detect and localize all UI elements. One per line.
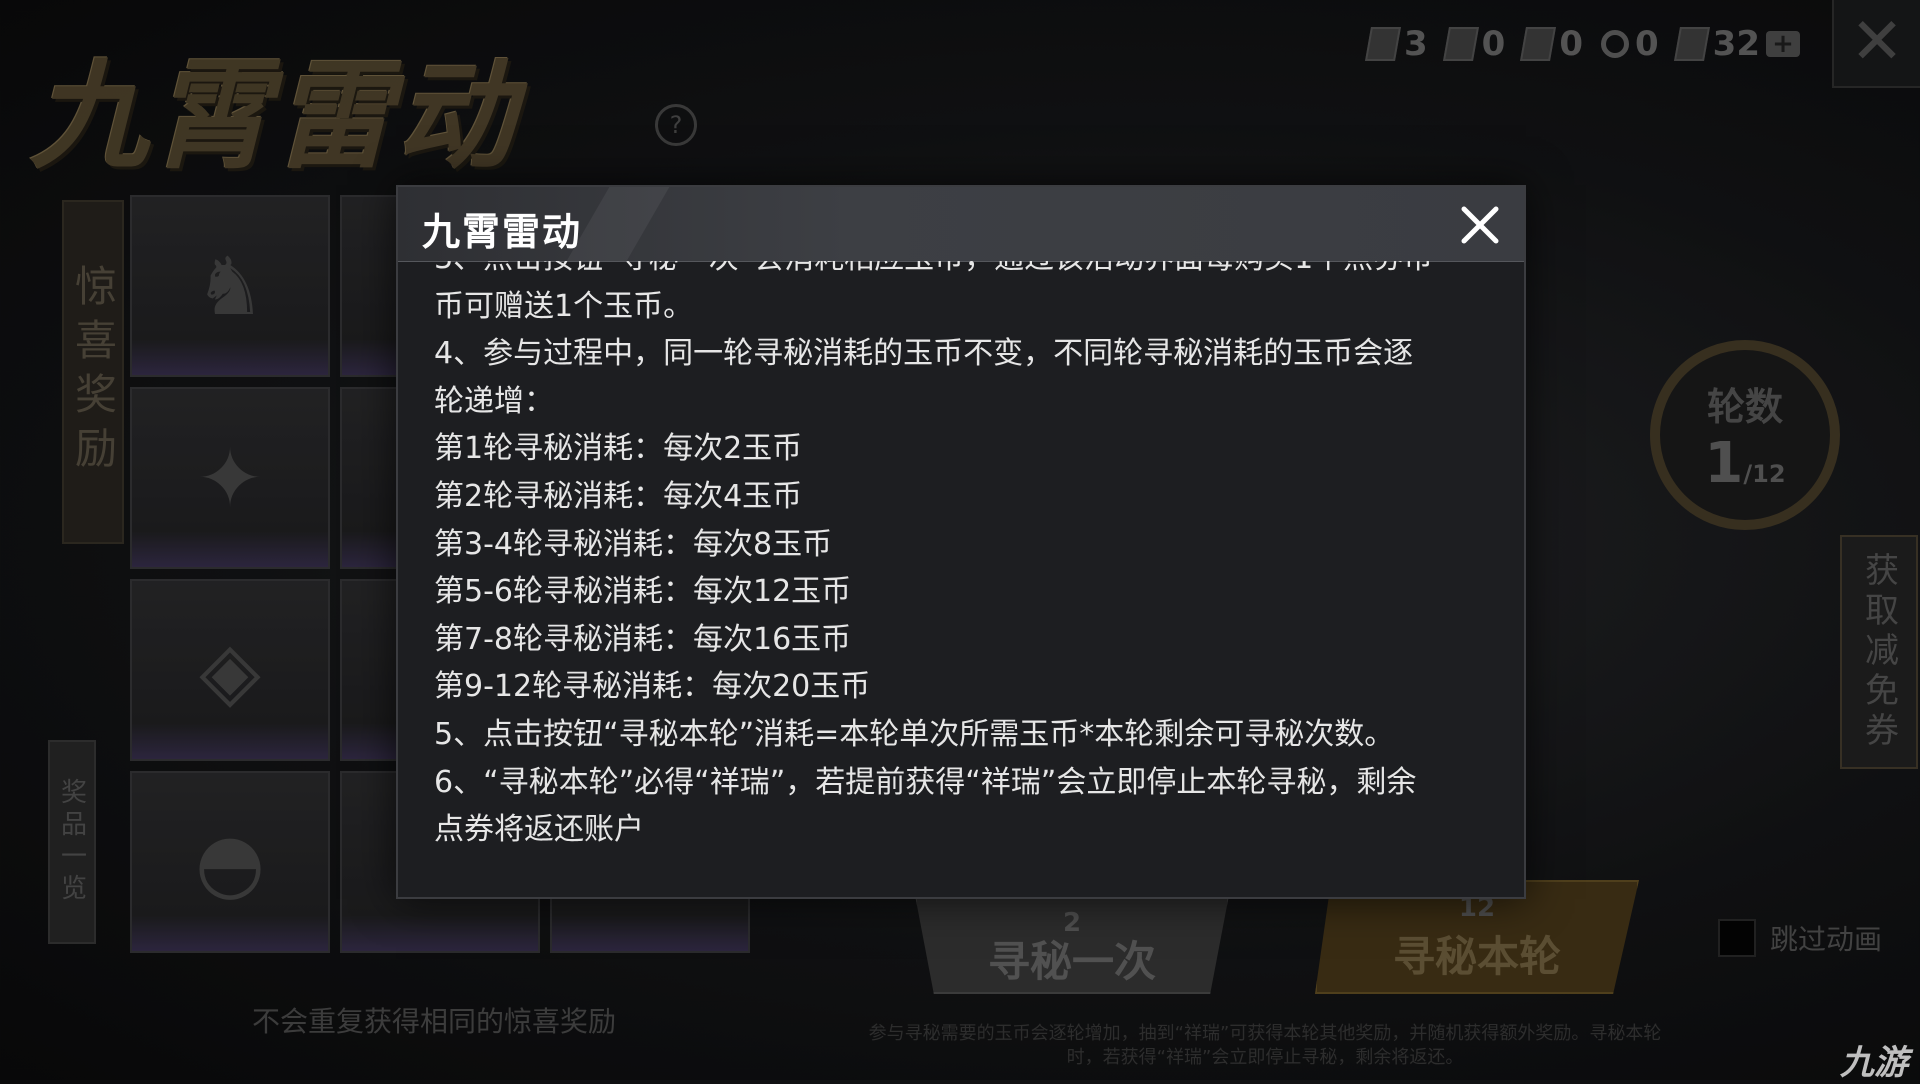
rule-line: 5、点击按钮“寻秘本轮”消耗=本轮单次所需玉币*本轮剩余可寻秘次数。 (434, 716, 1395, 752)
header-stripe (566, 187, 670, 261)
rule-line: 3、点击按钮“寻秘一次”会消耗相应玉币，通过该活动界面每购买1个点券币 (434, 261, 1494, 283)
rules-text: 3、点击按钮“寻秘一次”会消耗相应玉币，通过该活动界面每购买1个点券币币可赠送1… (434, 261, 1494, 854)
rule-line: 币可赠送1个玉币。 (434, 288, 694, 324)
rule-line: 点券将返还账户 (434, 812, 644, 848)
rule-line: 第1轮寻秘消耗：每次2玉币 (434, 431, 803, 467)
rules-scroll-area[interactable]: 3、点击按钮“寻秘一次”会消耗相应玉币，通过该活动界面每购买1个点券币币可赠送1… (434, 261, 1494, 861)
close-icon[interactable] (1458, 203, 1502, 247)
rule-line: 第2轮寻秘消耗：每次4玉币 (434, 478, 803, 514)
rule-line: 第9-12轮寻秘消耗：每次20玉币 (434, 669, 871, 705)
rule-line: 4、参与过程中，同一轮寻秘消耗的玉币不变，不同轮寻秘消耗的玉币会逐 (434, 336, 1414, 372)
rules-modal: 九霄雷动 3、点击按钮“寻秘一次”会消耗相应玉币，通过该活动界面每购买1个点券币… (396, 185, 1526, 899)
rule-line: 第5-6轮寻秘消耗：每次12玉币 (434, 574, 852, 610)
rule-line: 第7-8轮寻秘消耗：每次16玉币 (434, 621, 852, 657)
modal-header: 九霄雷动 (398, 187, 1524, 262)
modal-title: 九霄雷动 (422, 210, 583, 254)
rule-line: 第3-4轮寻秘消耗：每次8玉币 (434, 526, 833, 562)
rule-line: 6、“寻秘本轮”必得“祥瑞”，若提前获得“祥瑞”会立即停止本轮寻秘，剩余 (434, 764, 1417, 800)
rule-line: 轮递增： (434, 383, 554, 419)
